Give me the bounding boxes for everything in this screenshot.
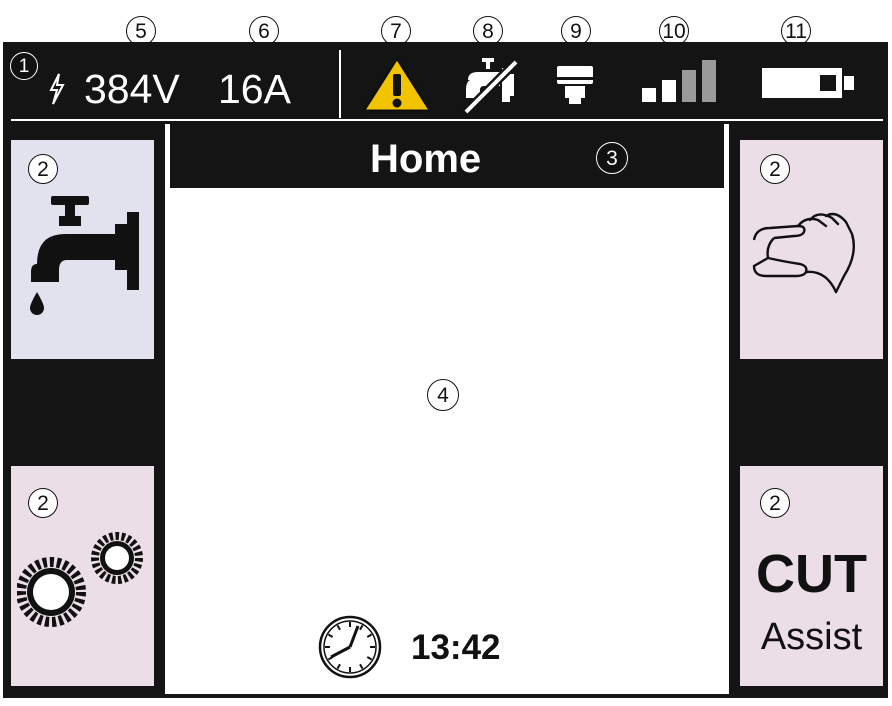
hand-icon — [752, 212, 855, 294]
water-tap-icon — [30, 196, 139, 315]
assist-label: Assist — [760, 616, 863, 658]
torch-icon — [557, 66, 593, 104]
battery-icon — [762, 68, 854, 98]
clock-icon — [318, 615, 382, 679]
callout-2d: 2 — [760, 488, 790, 518]
settings-button[interactable]: 2 — [11, 466, 154, 686]
callout-4: 4 — [427, 379, 459, 411]
current-readout: 16A — [218, 66, 291, 112]
callout-2b: 2 — [28, 488, 58, 518]
lightning-icon — [49, 73, 65, 105]
warning-icon[interactable] — [361, 54, 433, 114]
hand-button[interactable]: 2 — [740, 140, 883, 359]
cut-label: CUT — [756, 544, 867, 604]
status-divider — [339, 50, 341, 118]
status-bar-underline — [11, 119, 883, 121]
clock-time: 13:42 — [411, 628, 501, 667]
water-tap-button[interactable]: 2 — [11, 140, 154, 359]
page-title: Home — [370, 137, 482, 181]
voltage-readout: 384V — [84, 66, 180, 112]
water-off-icon[interactable] — [458, 56, 522, 114]
callout-2c: 2 — [760, 154, 790, 184]
callout-3: 3 — [596, 142, 628, 174]
callout-2: 2 — [28, 154, 58, 184]
callout-1: 1 — [10, 52, 38, 80]
gears-icon — [17, 532, 143, 627]
signal-icon — [642, 60, 716, 102]
